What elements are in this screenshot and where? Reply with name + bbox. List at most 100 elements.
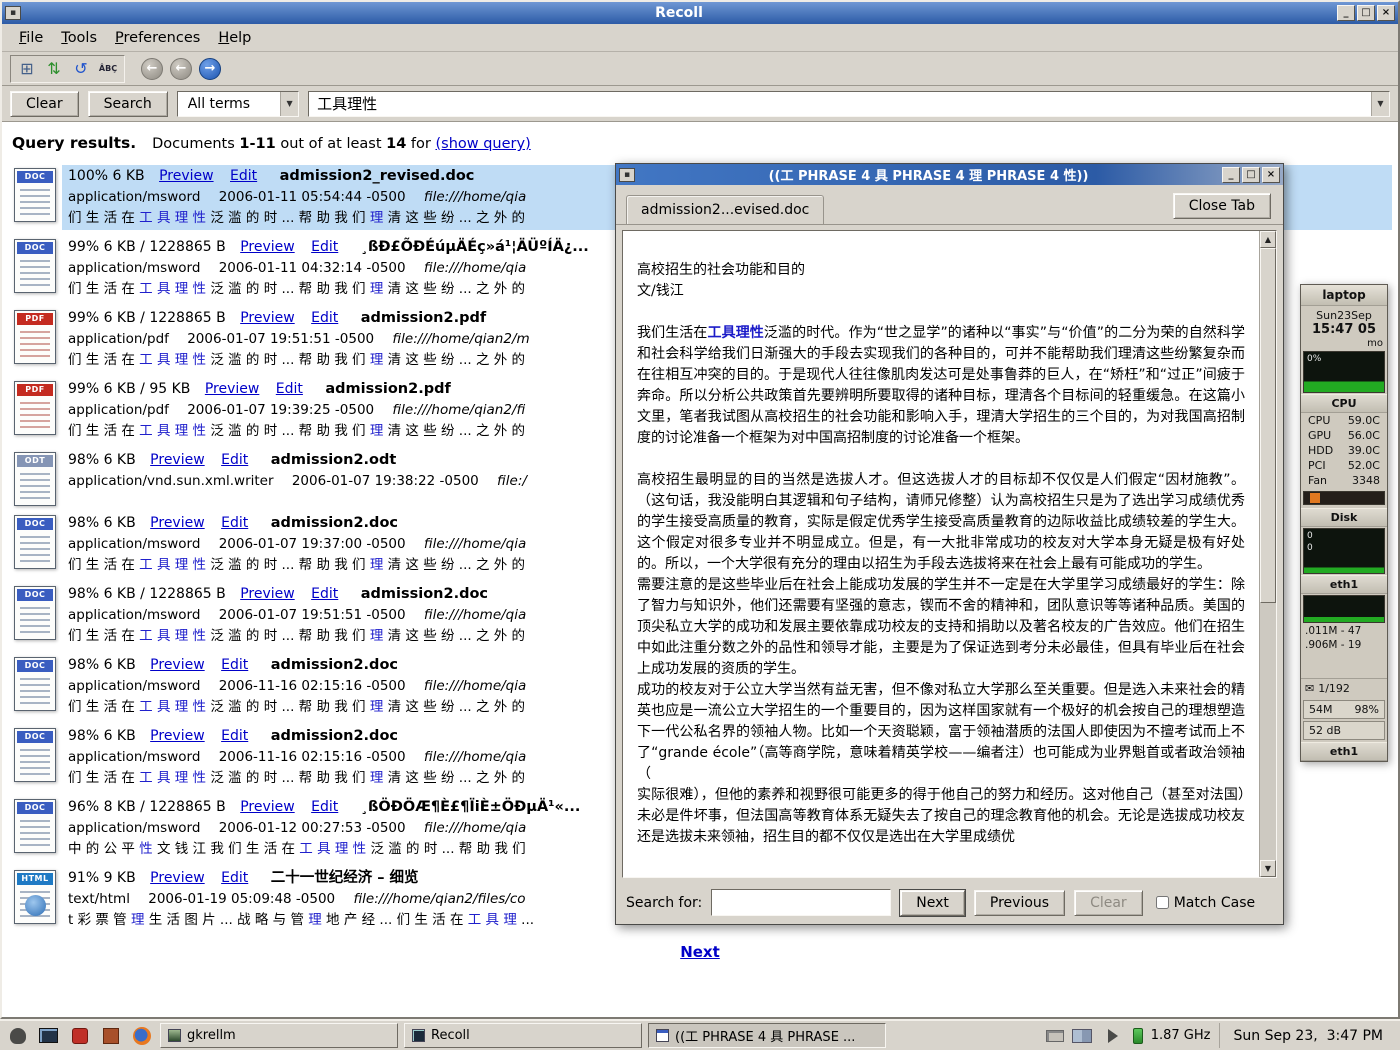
next-page-link[interactable]: Next [680,943,720,961]
menu-help[interactable]: Help [209,26,260,50]
result-relevance-size: 99% 6 KB / 1228865 B [68,310,226,326]
clear-search-icon[interactable]: ⊞ [15,57,39,81]
fan-krell-slider[interactable] [1303,491,1385,505]
close-icon[interactable]: × [1377,5,1395,21]
term-explorer-icon[interactable]: ÂBÇ [96,57,120,81]
taskbar-clock[interactable]: Sun Sep 23, 3:47 PM [1219,1023,1394,1048]
menu-preferences[interactable]: Preferences [106,26,209,50]
terminal-launcher-icon[interactable] [36,1023,61,1048]
preview-find-bar: Search for: Next Previous Clear Match Ca… [616,883,1283,924]
edit-link[interactable]: Edit [311,310,338,326]
edit-link[interactable]: Edit [221,515,248,531]
maximize-icon[interactable]: □ [1242,167,1260,183]
window-menu-icon[interactable]: ▪ [5,6,21,20]
preview-link[interactable]: Preview [150,870,205,886]
minimize-icon[interactable]: _ [1222,167,1240,183]
task-label: Recoll [431,1028,470,1043]
result-date: 2006-01-07 19:51:51 -0500 [219,607,406,623]
edit-link[interactable]: Edit [276,381,303,397]
file-type-badge: PDF [17,384,53,396]
bottom-net-label: eth1 [1301,742,1387,761]
task-button-recoll[interactable]: Recoll [404,1023,642,1048]
edit-link[interactable]: Edit [311,586,338,602]
workspace-pager-icon[interactable] [1072,1029,1092,1043]
volume-level: 52 dB [1303,721,1385,740]
firefox-launcher-icon[interactable] [129,1023,154,1048]
preview-link[interactable]: Preview [240,586,295,602]
scrollbar-thumb[interactable] [1260,248,1276,603]
edit-link[interactable]: Edit [311,239,338,255]
edit-link[interactable]: Edit [230,168,257,184]
edit-link[interactable]: Edit [221,452,248,468]
mail-monitor[interactable]: ✉ 1/192 [1301,678,1387,698]
preview-link[interactable]: Preview [150,452,205,468]
chevron-down-icon[interactable]: ▼ [280,92,298,116]
disk-chart: 0 0 [1303,528,1385,574]
keyboard-indicator-icon[interactable] [1046,1030,1064,1042]
clear-button[interactable]: Clear [10,91,79,117]
search-mode-select[interactable]: All terms ▼ [177,91,299,117]
find-input[interactable] [711,889,891,916]
edit-link[interactable]: Edit [221,657,248,673]
scrollbar-track[interactable] [1260,248,1276,860]
gkrellm-side-label: mo [1301,338,1387,350]
edit-link[interactable]: Edit [221,870,248,886]
next-page-icon[interactable]: → [199,58,221,80]
app-launcher-red-icon[interactable] [67,1023,92,1048]
preview-window-title: ((工 PHRASE 4 具 PHRASE 4 理 PHRASE 4 性)) [639,165,1218,184]
find-previous-button[interactable]: Previous [974,890,1065,916]
search-input[interactable] [309,92,1371,116]
preview-scrollbar[interactable]: ▲ ▼ [1259,231,1276,877]
window-menu-icon[interactable]: ▪ [619,168,635,182]
close-icon[interactable]: × [1262,167,1280,183]
volume-icon[interactable] [1100,1029,1125,1043]
preview-titlebar[interactable]: ▪ ((工 PHRASE 4 具 PHRASE 4 理 PHRASE 4 性))… [616,164,1283,185]
preview-link[interactable]: Preview [240,310,295,326]
find-next-button[interactable]: Next [900,890,965,916]
preview-link[interactable]: Preview [205,381,260,397]
main-titlebar[interactable]: ▪ Recoll _ □ × [2,2,1398,24]
file-type-icon: DOC [14,799,56,853]
find-clear-button[interactable]: Clear [1074,890,1143,916]
minimize-icon[interactable]: _ [1337,5,1355,21]
show-query-link[interactable]: (show query) [435,136,530,152]
disk-mark: 0 [1307,543,1313,553]
search-button[interactable]: Search [88,91,168,117]
result-relevance-size: 98% 6 KB [68,657,136,673]
preview-link[interactable]: Preview [159,168,214,184]
result-title: ¸ßÖÐÖÆ¶È£¶ÏiÈ±ÖÐµÄ¹«... [361,799,581,815]
battery-icon[interactable] [1133,1028,1143,1044]
preview-link[interactable]: Preview [150,515,205,531]
file-type-badge: DOC [17,171,53,183]
window-title: Recoll [25,3,1333,23]
update-index-icon[interactable]: ⇅ [42,57,66,81]
result-relevance-size: 98% 6 KB [68,728,136,744]
menu-file[interactable]: File [10,26,52,50]
package-launcher-icon[interactable] [98,1023,123,1048]
scroll-up-icon[interactable]: ▲ [1260,231,1276,248]
preview-link[interactable]: Preview [240,799,295,815]
edit-link[interactable]: Edit [311,799,338,815]
query-history-arrow-icon[interactable]: ▼ [1371,92,1389,116]
maximize-icon[interactable]: □ [1357,5,1375,21]
preview-tab[interactable]: admission2...evised.doc [626,195,824,224]
preview-link[interactable]: Preview [240,239,295,255]
prev-page-icon[interactable]: ← [170,58,192,80]
edit-link[interactable]: Edit [221,728,248,744]
preview-link[interactable]: Preview [150,728,205,744]
task-button-preview[interactable]: ((工 PHRASE 4 具 PHRASE ... [648,1023,886,1048]
menu-tools[interactable]: Tools [52,26,106,50]
first-page-icon[interactable]: ← [141,58,163,80]
close-tab-button[interactable]: Close Tab [1173,193,1271,219]
task-button-gkrellm[interactable]: gkrellm [160,1023,398,1048]
history-icon[interactable]: ↺ [69,57,93,81]
scroll-down-icon[interactable]: ▼ [1260,860,1276,877]
file-type-badge: ODT [17,455,53,467]
result-mime: application/msword [68,189,200,205]
match-case-checkbox[interactable] [1156,896,1169,909]
preview-link[interactable]: Preview [150,657,205,673]
file-type-badge: DOC [17,660,53,672]
gkrellm-monitor[interactable]: laptop Sun23Sep 15:47 05 mo 0% CPU CPU59… [1300,284,1388,762]
footprint-launcher-icon[interactable] [5,1023,30,1048]
result-title: admission2.doc [271,728,398,744]
